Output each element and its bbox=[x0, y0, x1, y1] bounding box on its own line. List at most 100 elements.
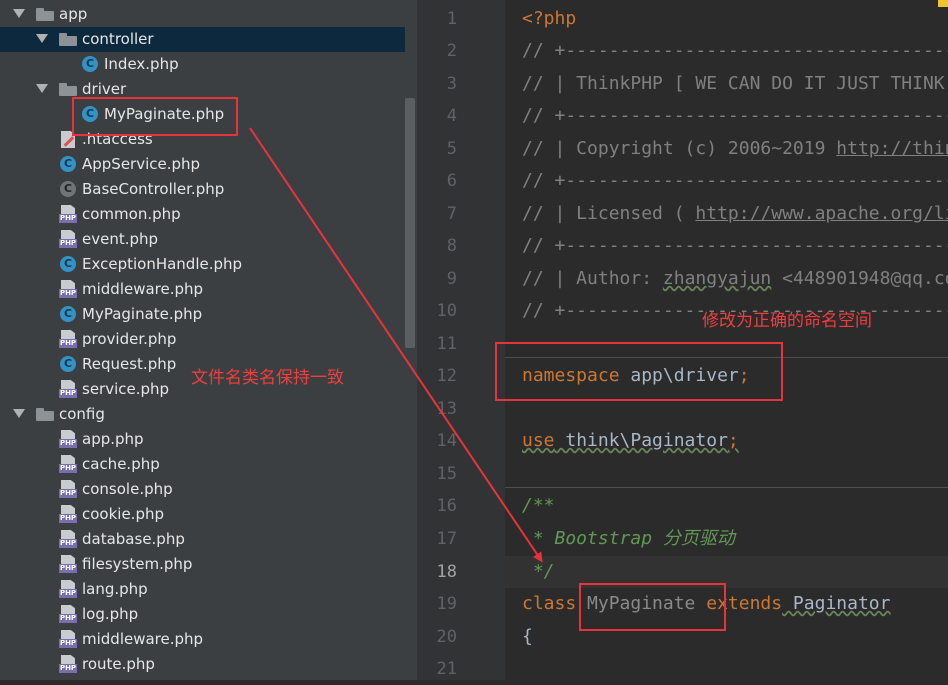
code-line-18: */ bbox=[522, 561, 555, 582]
tree-item-label: lang.php bbox=[82, 580, 148, 598]
line-number: 1 bbox=[446, 9, 457, 29]
chevron-down-icon[interactable] bbox=[13, 409, 25, 418]
highlight-box-namespace bbox=[495, 342, 783, 401]
line-number: 3 bbox=[446, 74, 457, 94]
class-icon: C bbox=[60, 256, 76, 272]
line-number-gutter[interactable]: 1 2 3 4 5 6 7 8 9 10 11 12 13 14 15 16 1… bbox=[417, 0, 519, 680]
php-file-icon: PHP bbox=[59, 430, 77, 448]
tree-item-file[interactable]: C Index.php bbox=[0, 52, 405, 77]
line-number: 13 bbox=[436, 399, 457, 419]
tree-item-label: provider.php bbox=[82, 330, 177, 348]
tree-item-label: route.php bbox=[82, 655, 155, 673]
class-icon: C bbox=[60, 306, 76, 322]
folder-icon bbox=[36, 408, 54, 421]
chevron-down-icon[interactable] bbox=[13, 9, 25, 18]
warning-marker-icon[interactable] bbox=[938, 0, 948, 7]
line-number: 15 bbox=[436, 464, 457, 484]
line-number: 20 bbox=[436, 627, 457, 647]
php-file-icon: PHP bbox=[59, 480, 77, 498]
chevron-down-icon[interactable] bbox=[36, 84, 48, 93]
comment-link[interactable]: http://www.apache.org/licenses/LICENSE-2… bbox=[695, 203, 948, 224]
tree-item-file[interactable]: PHP middleware.php bbox=[0, 277, 405, 302]
tree-item-file[interactable]: PHP provider.php bbox=[0, 327, 405, 352]
line-number: 8 bbox=[446, 236, 457, 256]
line-number: 9 bbox=[446, 269, 457, 289]
php-file-icon: PHP bbox=[59, 605, 77, 623]
line-number: 12 bbox=[436, 366, 457, 386]
php-file-icon: PHP bbox=[59, 580, 77, 598]
chevron-down-icon[interactable] bbox=[36, 34, 48, 43]
tree-item-label: config bbox=[59, 405, 105, 423]
php-file-icon: PHP bbox=[59, 230, 77, 248]
tree-item-file[interactable]: PHP cache.php bbox=[0, 452, 405, 477]
tree-item-label: service.php bbox=[82, 380, 170, 398]
line-number: 10 bbox=[436, 301, 457, 321]
tree-item-config-folder[interactable]: config bbox=[0, 402, 405, 427]
line-number-current: 18 bbox=[436, 562, 457, 582]
abstract-class-icon: C bbox=[60, 181, 76, 197]
tree-item-label: middleware.php bbox=[82, 630, 204, 648]
tree-item-file[interactable]: PHP database.php bbox=[0, 527, 405, 552]
code-editor[interactable]: <?php // +------------------------------… bbox=[505, 0, 948, 680]
tree-item-label: event.php bbox=[82, 230, 159, 248]
tree-item-label: middleware.php bbox=[82, 280, 204, 298]
line-number: 17 bbox=[436, 529, 457, 549]
tree-item-file[interactable]: PHP middleware.php bbox=[0, 627, 405, 652]
code-line-16: /** bbox=[522, 495, 555, 516]
line-number: 16 bbox=[436, 496, 457, 516]
code-line-8: // +------------------------------------… bbox=[522, 235, 948, 256]
tree-item-file[interactable]: PHP filesystem.php bbox=[0, 552, 405, 577]
code-line-4: // +------------------------------------… bbox=[522, 105, 948, 126]
tree-item-file[interactable]: C AppService.php bbox=[0, 152, 405, 177]
annotation-namespace: 修改为正确的命名空间 bbox=[702, 311, 872, 331]
tree-item-label: log.php bbox=[82, 605, 139, 623]
code-line-20: { bbox=[522, 626, 533, 647]
tree-item-controller-folder[interactable]: controller bbox=[0, 27, 405, 52]
tree-item-label: AppService.php bbox=[82, 155, 201, 173]
php-file-icon: PHP bbox=[59, 205, 77, 223]
tree-item-file[interactable]: PHP common.php bbox=[0, 202, 405, 227]
tree-item-file[interactable]: PHP event.php bbox=[0, 227, 405, 252]
tree-item-label: MyPaginate.php bbox=[82, 305, 203, 323]
tree-item-label: Index.php bbox=[104, 55, 179, 73]
tree-item-label: filesystem.php bbox=[82, 555, 193, 573]
tree-item-label: console.php bbox=[82, 480, 173, 498]
tree-item-file[interactable]: PHP lang.php bbox=[0, 577, 405, 602]
class-icon: C bbox=[82, 56, 98, 72]
tree-item-file[interactable]: PHP log.php bbox=[0, 602, 405, 627]
line-number: 21 bbox=[436, 659, 457, 679]
tree-item-file[interactable]: C ExceptionHandle.php bbox=[0, 252, 405, 277]
tree-item-file[interactable]: C MyPaginate.php bbox=[0, 302, 405, 327]
method-separator bbox=[505, 487, 948, 488]
tree-item-file[interactable]: PHP app.php bbox=[0, 427, 405, 452]
tree-scrollbar[interactable] bbox=[405, 98, 415, 348]
tree-item-label: app.php bbox=[82, 430, 144, 448]
php-file-icon: PHP bbox=[59, 505, 77, 523]
line-number: 14 bbox=[436, 431, 457, 451]
tree-item-label: common.php bbox=[82, 205, 181, 223]
php-file-icon: PHP bbox=[59, 280, 77, 298]
tree-item-label: BaseController.php bbox=[82, 180, 225, 198]
php-file-icon: PHP bbox=[59, 455, 77, 473]
folder-icon bbox=[59, 33, 77, 46]
tree-item-label: cookie.php bbox=[82, 505, 165, 523]
tree-item-file[interactable]: PHP console.php bbox=[0, 477, 405, 502]
current-line-highlight bbox=[505, 556, 948, 588]
php-file-icon: PHP bbox=[59, 530, 77, 548]
code-line-6: // +------------------------------------… bbox=[522, 170, 948, 191]
folder-icon bbox=[59, 83, 77, 96]
line-number: 7 bbox=[446, 204, 457, 224]
tree-item-file[interactable]: PHP route.php bbox=[0, 652, 405, 677]
tree-item-label: controller bbox=[82, 30, 154, 48]
tree-item-file[interactable]: C BaseController.php bbox=[0, 177, 405, 202]
code-line-2: // +------------------------------------… bbox=[522, 40, 948, 61]
annotation-filename: 文件名类名保持一致 bbox=[191, 368, 344, 388]
line-number: 11 bbox=[436, 334, 457, 354]
comment-link[interactable]: http://thinkphp.cn bbox=[836, 138, 948, 159]
line-number: 6 bbox=[446, 171, 457, 191]
code-line-14: use think\Paginator; bbox=[522, 430, 739, 451]
php-file-icon: PHP bbox=[59, 630, 77, 648]
tree-item-file[interactable]: PHP cookie.php bbox=[0, 502, 405, 527]
line-number: 5 bbox=[446, 139, 457, 159]
tree-item-app-folder[interactable]: app bbox=[0, 2, 405, 27]
